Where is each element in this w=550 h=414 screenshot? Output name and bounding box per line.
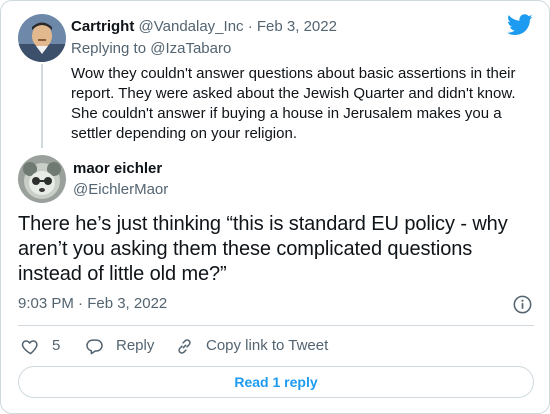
reply-bubble-icon <box>86 338 103 354</box>
read-replies-button[interactable]: Read 1 reply <box>18 366 534 398</box>
actions-divider <box>18 325 534 326</box>
parent-avatar[interactable] <box>18 14 66 62</box>
copy-link-button[interactable]: Copy link to Tweet <box>175 335 328 357</box>
parent-separator: · <box>247 18 253 35</box>
twitter-bird-icon[interactable] <box>507 14 533 36</box>
info-icon[interactable] <box>513 295 532 314</box>
heart-icon <box>21 339 38 354</box>
parent-handle[interactable]: @Vandalay_Inc <box>139 18 244 35</box>
parent-tweet-text: Wow they couldn't answer questions about… <box>71 65 516 142</box>
like-count: 5 <box>52 337 61 354</box>
tweet-timestamp[interactable]: 9:03 PM · Feb 3, 2022 <box>18 294 167 314</box>
like-button[interactable]: 5 <box>21 335 60 357</box>
main-display-name[interactable]: maor eichler <box>73 159 162 179</box>
reply-button[interactable]: Reply <box>85 335 154 357</box>
parent-date[interactable]: Feb 3, 2022 <box>257 18 337 35</box>
reply-label: Reply <box>116 337 155 354</box>
parent-header: Cartright @Vandalay_Inc · Feb 3, 2022 <box>71 17 337 37</box>
main-handle[interactable]: @EichlerMaor <box>73 180 168 200</box>
main-avatar[interactable] <box>18 155 66 203</box>
link-icon <box>178 338 191 354</box>
embedded-tweet-card: Cartright @Vandalay_Inc · Feb 3, 2022 Re… <box>0 0 550 414</box>
replying-to-line: Replying to @IzaTabaro <box>71 39 231 59</box>
thread-connector-line <box>41 64 43 148</box>
replying-to-prefix: Replying to <box>71 40 151 57</box>
copy-link-label: Copy link to Tweet <box>206 337 329 354</box>
main-tweet-text: There he’s just thinking “this is standa… <box>18 213 508 285</box>
replying-to-handle[interactable]: @IzaTabaro <box>150 40 231 57</box>
parent-display-name[interactable]: Cartright <box>71 18 134 35</box>
